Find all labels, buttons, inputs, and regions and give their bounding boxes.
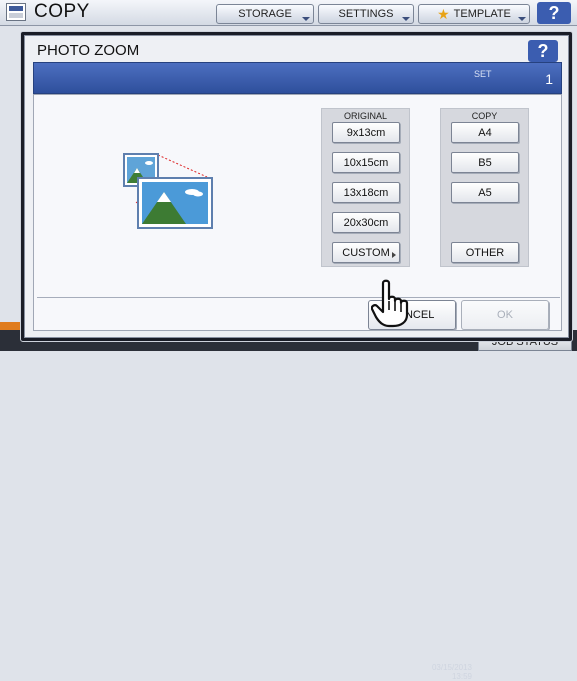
original-9x13-button[interactable]: 9x13cm — [332, 122, 400, 143]
ok-button[interactable]: OK — [461, 300, 549, 330]
custom-label: CUSTOM — [342, 246, 390, 259]
copy-mode-icon — [6, 3, 26, 21]
app-header: COPY STORAGE SETTINGS ★ TEMPLATE ? — [0, 0, 577, 26]
original-13x18-button[interactable]: 13x18cm — [332, 182, 400, 203]
clock-time: 13:59 — [451, 672, 472, 681]
clock-date: 03/15/2013 — [431, 663, 472, 672]
help-button[interactable]: ? — [537, 2, 571, 24]
submenu-arrow-icon — [392, 252, 396, 258]
app-title: COPY — [34, 1, 90, 22]
dialog-help-button[interactable]: ? — [528, 40, 558, 62]
original-header: ORIGINAL — [343, 111, 387, 121]
original-10x15-button[interactable]: 10x15cm — [332, 152, 400, 173]
hand-pointer-icon — [371, 279, 409, 328]
original-20x30-button[interactable]: 20x30cm — [332, 212, 400, 233]
copy-other-button[interactable]: OTHER — [451, 242, 519, 263]
photo-zoom-illustration-icon — [123, 153, 213, 229]
clock: 03/15/2013 13:59 — [428, 663, 472, 681]
dialog-title: PHOTO ZOOM — [37, 42, 140, 59]
tab-storage-label: STORAGE — [238, 8, 292, 20]
photo-zoom-dialog: PHOTO ZOOM ? SET 1 ORIGINAL 9x13cm 10x15… — [20, 31, 573, 342]
star-icon: ★ — [437, 5, 450, 22]
set-count: 1 — [545, 71, 553, 87]
tab-template[interactable]: ★ TEMPLATE — [418, 4, 530, 24]
copy-a4-button[interactable]: A4 — [451, 122, 519, 143]
tab-template-label: TEMPLATE — [453, 8, 511, 20]
tab-settings[interactable]: SETTINGS — [318, 4, 414, 24]
divider — [37, 297, 560, 298]
original-custom-button[interactable]: CUSTOM — [332, 242, 400, 263]
dropdown-arrow-icon — [302, 17, 310, 21]
tab-settings-label: SETTINGS — [338, 8, 394, 20]
copy-b5-button[interactable]: B5 — [451, 152, 519, 173]
dialog-header-bar: SET 1 — [33, 62, 562, 94]
dialog-body: PHOTO ZOOM ? SET 1 ORIGINAL 9x13cm 10x15… — [24, 35, 569, 338]
copy-header: COPY — [471, 111, 498, 121]
set-label: SET — [474, 69, 492, 79]
dropdown-arrow-icon — [518, 17, 526, 21]
copy-a5-button[interactable]: A5 — [451, 182, 519, 203]
tab-storage[interactable]: STORAGE — [216, 4, 314, 24]
dropdown-arrow-icon — [402, 17, 410, 21]
